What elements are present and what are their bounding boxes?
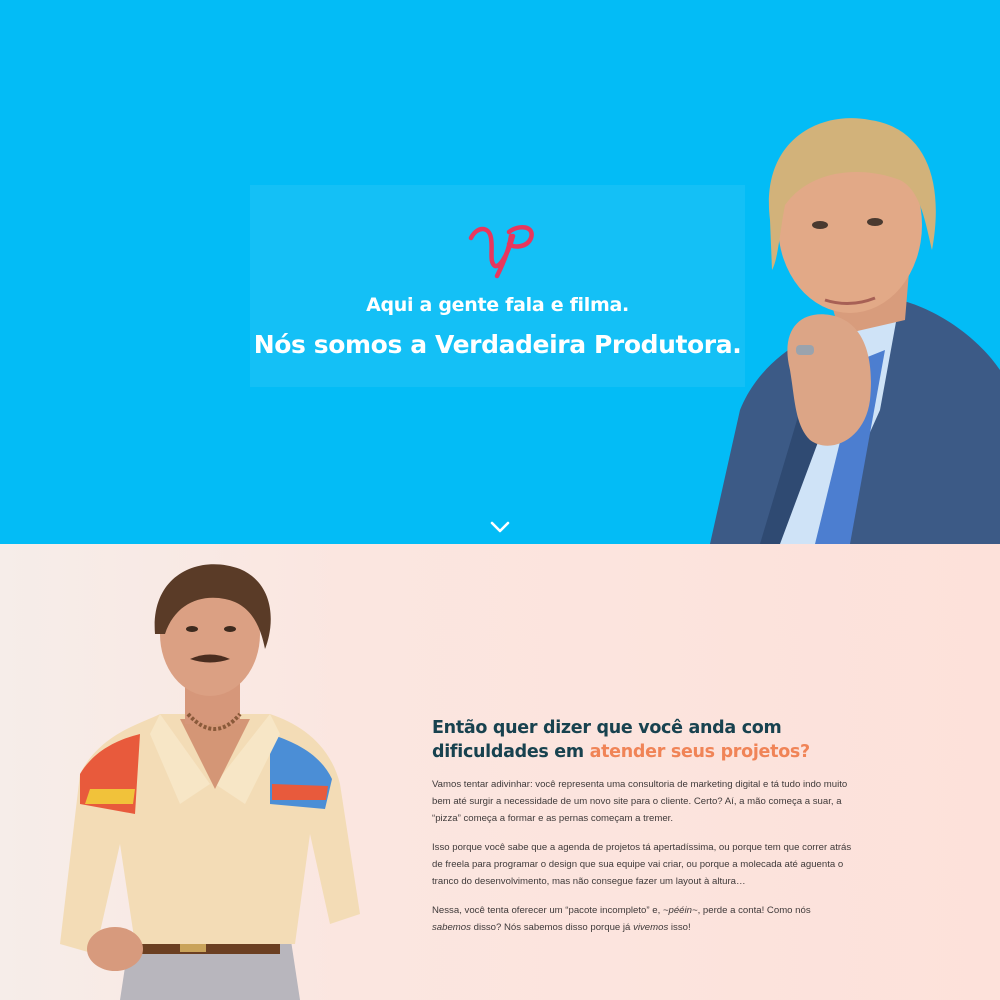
p3-text-f: vivemos [633,922,669,933]
hero-headline: Nós somos a Verdadeira Produtora. [253,330,742,359]
p3-text-a: Nessa, você tenta oferecer um “pacote in… [432,905,663,916]
hero-tagline: Aqui a gente fala e filma. [366,294,629,316]
section-content: Então quer dizer que você anda com dific… [432,716,852,936]
vp-logo-icon [468,224,534,279]
paragraph-3: Nessa, você tenta oferecer um “pacote in… [432,902,852,936]
seventies-man-photo [60,564,360,1000]
p3-text-e: disso? Nós sabemos disso porque já [470,922,634,933]
p3-text-d: sabemos [432,922,471,933]
hero-man-photo [710,118,1000,544]
section-heading: Então quer dizer que você anda com dific… [432,716,852,764]
paragraph-2: Isso porque você sabe que a agenda de pr… [432,842,852,887]
chevron-down-icon[interactable] [488,518,512,536]
paragraph-1: Vamos tentar adivinhar: você representa … [432,779,848,824]
p3-text-c: , perde a conta! Como nós [697,905,811,916]
difficulties-section: Então quer dizer que você anda com dific… [0,544,1000,1000]
hero-section: Aqui a gente fala e filma. Nós somos a V… [0,0,1000,544]
p3-text-b: ~pééin~ [662,905,698,916]
p3-text-g: isso! [668,922,691,933]
heading-accent: atender seus projetos? [589,742,811,762]
